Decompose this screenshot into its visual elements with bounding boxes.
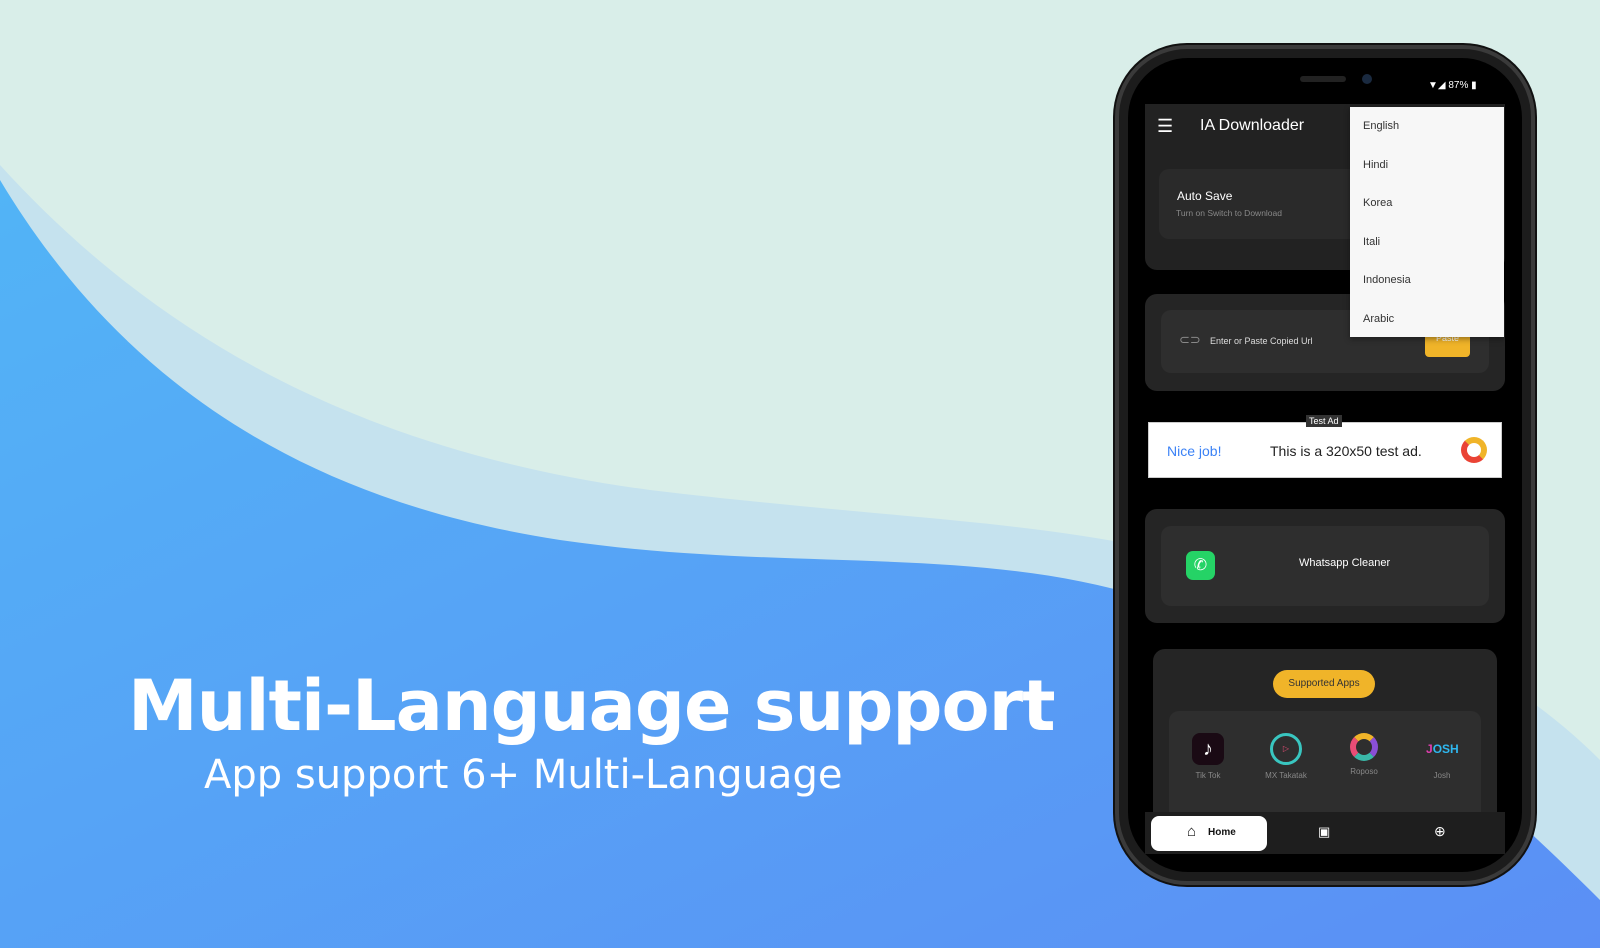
whatsapp-icon: ✆ [1186, 551, 1215, 580]
nav-home-label: Home [1208, 827, 1236, 838]
link-icon: ⊂⊃ [1179, 332, 1201, 347]
video-library-icon[interactable]: ▣ [1318, 824, 1330, 840]
battery-icon: ▮ [1471, 80, 1477, 91]
language-option-itali[interactable]: Itali [1350, 223, 1504, 262]
wifi-icon: ▼◢ [1428, 80, 1449, 91]
ad-left-text: Nice job! [1167, 443, 1222, 459]
auto-save-title: Auto Save [1177, 189, 1233, 203]
ad-text: This is a 320x50 test ad. [1270, 443, 1422, 459]
home-icon: ⌂ [1187, 823, 1197, 840]
nav-home[interactable]: ⌂ Home [1151, 816, 1267, 851]
app-name: MX Takatak [1265, 771, 1307, 780]
bottom-nav: ⌂ Home ▣ ⊕ [1145, 812, 1505, 854]
roposo-icon [1350, 733, 1378, 761]
language-menu: English Hindi Korea Itali Indonesia Arab… [1350, 107, 1504, 337]
download-icon[interactable]: ⊕ [1434, 823, 1446, 840]
app-title: IA Downloader [1200, 117, 1305, 134]
battery-level: 87% [1448, 80, 1469, 91]
promo-subheadline: App support 6+ Multi-Language [204, 752, 843, 798]
mx-takatak-icon: ▷ [1270, 733, 1302, 765]
language-option-korea[interactable]: Korea [1350, 184, 1504, 223]
app-name: Roposo [1350, 767, 1378, 776]
notch [1230, 58, 1420, 104]
language-option-hindi[interactable]: Hindi [1350, 146, 1504, 185]
status-bar: ▼◢ 87% ▮ [1428, 80, 1477, 91]
url-input[interactable]: Enter or Paste Copied Url [1210, 336, 1313, 346]
whatsapp-cleaner-button[interactable]: ✆ Whatsapp Cleaner [1161, 526, 1489, 606]
language-option-english[interactable]: English [1350, 107, 1504, 146]
ad-logo-icon [1461, 437, 1487, 463]
ad-banner[interactable]: Nice job! This is a 320x50 test ad. [1148, 422, 1502, 478]
language-option-indonesia[interactable]: Indonesia [1350, 261, 1504, 300]
language-option-arabic[interactable]: Arabic [1350, 300, 1504, 339]
app-name: Tik Tok [1195, 771, 1221, 780]
tiktok-icon: ♪ [1192, 733, 1224, 765]
whatsapp-cleaner-card: ✆ Whatsapp Cleaner [1145, 509, 1505, 623]
whatsapp-cleaner-label: Whatsapp Cleaner [1299, 557, 1391, 569]
hamburger-icon[interactable]: ☰ [1157, 116, 1173, 137]
test-ad-badge: Test Ad [1306, 415, 1342, 427]
supported-apps-title: Supported Apps [1273, 670, 1375, 698]
app-name: Josh [1433, 771, 1451, 780]
josh-icon: JOSH [1426, 742, 1459, 756]
auto-save-subtitle: Turn on Switch to Download [1176, 208, 1282, 218]
promo-headline: Multi-Language support [128, 665, 1056, 747]
supported-apps-card: Supported Apps ♪ Tik Tok ▷ MX Takatak Ropo… [1153, 649, 1497, 831]
